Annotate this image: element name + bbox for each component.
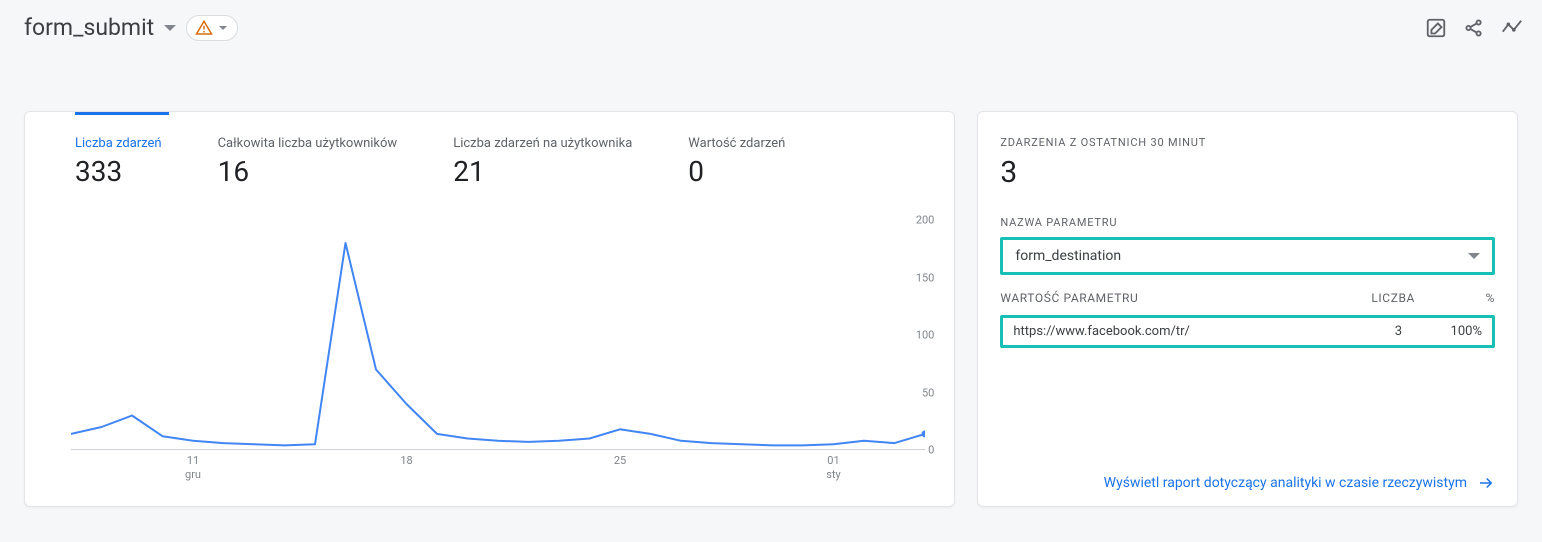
param-name-label: NAZWA PARAMETRU <box>1000 216 1495 229</box>
metric-value: 333 <box>75 154 162 190</box>
metric-value: 16 <box>218 154 398 190</box>
metric-label: Całkowita liczba użytkowników <box>218 136 398 152</box>
metrics-row: Liczba zdarzeń 333 Całkowita liczba użyt… <box>43 112 936 190</box>
metrics-card: Liczba zdarzeń 333 Całkowita liczba użyt… <box>24 111 955 507</box>
col-value: WARTOŚĆ PARAMETRU <box>1000 291 1315 305</box>
metric-value: 0 <box>688 154 785 190</box>
warning-pill[interactable] <box>186 15 238 41</box>
x-tick: 01sty <box>826 454 840 482</box>
param-name-value: form_destination <box>1015 248 1121 264</box>
col-count: LICZBA <box>1315 291 1415 305</box>
link-label: Wyświetl raport dotyczący analityki w cz… <box>1104 475 1467 491</box>
active-tab-indicator <box>75 112 169 115</box>
chevron-down-icon <box>1468 253 1480 259</box>
metric-label: Liczba zdarzeń <box>75 136 162 152</box>
insights-button[interactable] <box>1500 16 1524 40</box>
y-tick: 200 <box>916 214 935 227</box>
page-title: form_submit <box>24 14 154 41</box>
x-tick: 25 <box>614 454 626 468</box>
parameter-card: ZDARZENIA Z OSTATNICH 30 MINUT 3 NAZWA P… <box>977 111 1518 507</box>
cards-row: Liczba zdarzeń 333 Całkowita liczba użyt… <box>0 55 1542 529</box>
warning-icon <box>195 19 213 37</box>
metric-event-count[interactable]: Liczba zdarzeń 333 <box>75 136 162 190</box>
title-dropdown-icon[interactable] <box>164 25 176 31</box>
metric-label: Wartość zdarzeń <box>688 136 785 152</box>
y-tick: 100 <box>916 329 935 342</box>
realtime-report-link[interactable]: Wyświetl raport dotyczący analityki w cz… <box>1000 462 1495 492</box>
row-pct: 100% <box>1402 324 1482 339</box>
metric-label: Liczba zdarzeń na użytkownika <box>453 136 632 152</box>
header-right <box>1424 16 1524 40</box>
page-header: form_submit <box>0 0 1542 55</box>
col-pct: % <box>1415 291 1495 305</box>
param-value-table: WARTOŚĆ PARAMETRU LICZBA % https://www.f… <box>1000 291 1495 348</box>
realtime-count: 3 <box>1000 155 1495 190</box>
row-value: https://www.facebook.com/tr/ <box>1013 324 1302 339</box>
chart-area: 0 50 100 150 200 11gru 18 25 01sty <box>43 216 936 496</box>
x-tick: 18 <box>400 454 412 468</box>
x-axis: 11gru 18 25 01sty <box>71 454 925 494</box>
metric-value: 21 <box>453 154 632 190</box>
y-tick: 150 <box>916 271 935 284</box>
param-name-dropdown[interactable]: form_destination <box>1000 237 1495 275</box>
share-button[interactable] <box>1462 16 1486 40</box>
x-tick: 11gru <box>185 454 201 482</box>
chevron-down-icon <box>219 26 227 30</box>
table-row[interactable]: https://www.facebook.com/tr/ 3 100% <box>1003 318 1492 345</box>
customize-report-button[interactable] <box>1424 16 1448 40</box>
y-tick: 0 <box>928 444 934 457</box>
realtime-title: ZDARZENIA Z OSTATNICH 30 MINUT <box>1000 136 1495 149</box>
metric-event-value[interactable]: Wartość zdarzeń 0 <box>688 136 785 190</box>
metric-events-per-user[interactable]: Liczba zdarzeń na użytkownika 21 <box>453 136 632 190</box>
y-tick: 50 <box>922 386 934 399</box>
line-chart <box>71 220 925 450</box>
arrow-right-icon <box>1477 474 1495 492</box>
param-rows: https://www.facebook.com/tr/ 3 100% <box>1000 315 1495 348</box>
header-left: form_submit <box>24 14 238 41</box>
row-count: 3 <box>1302 324 1402 339</box>
metric-total-users[interactable]: Całkowita liczba użytkowników 16 <box>218 136 398 190</box>
